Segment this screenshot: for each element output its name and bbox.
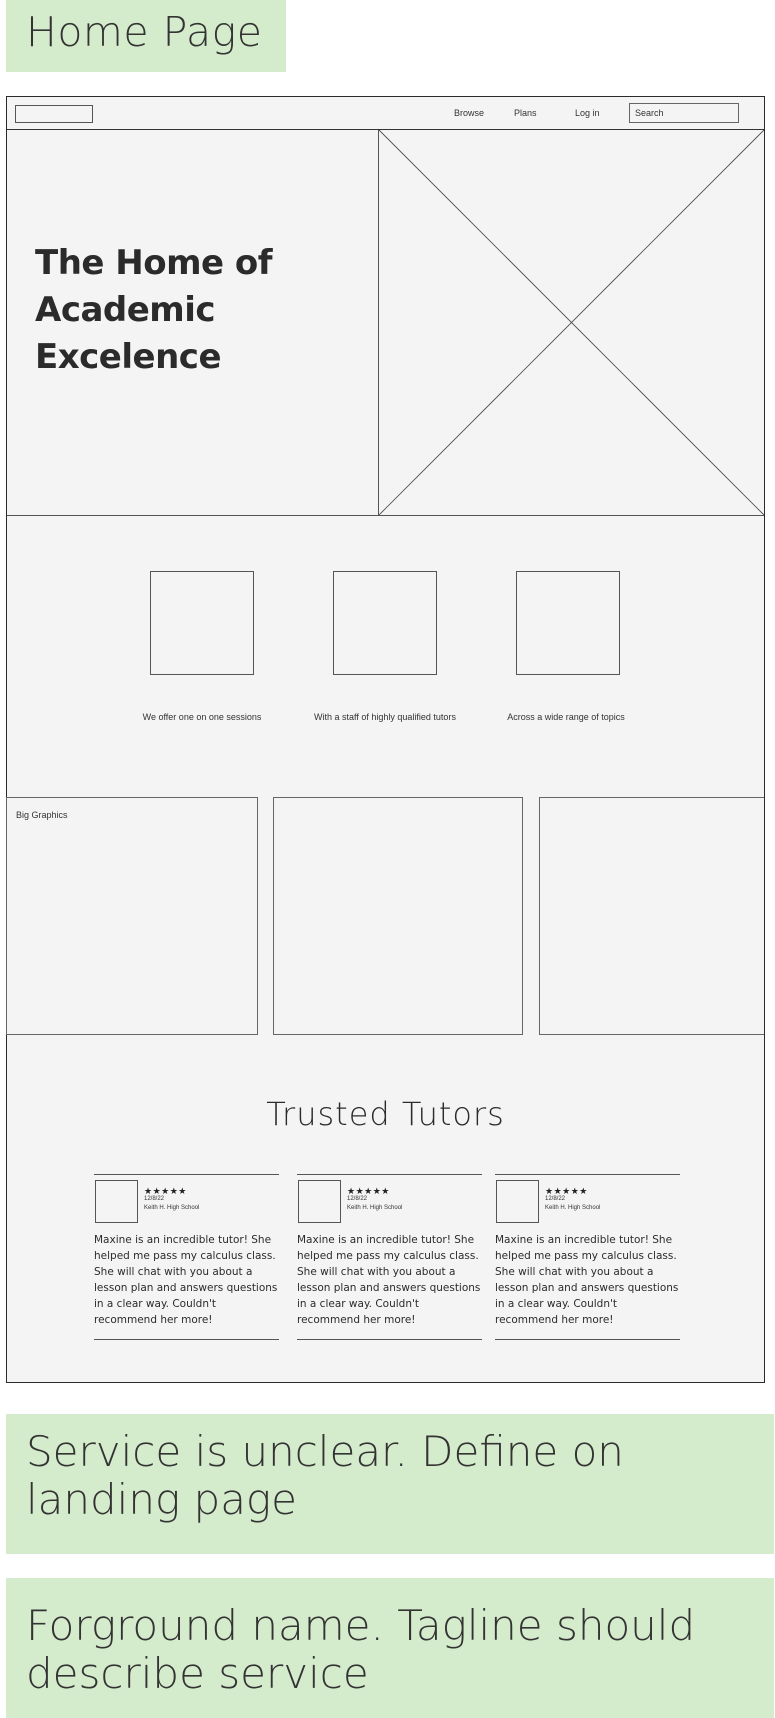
- big-graphics-label: Big Graphics: [16, 810, 68, 820]
- nav-login-link[interactable]: Log in: [575, 108, 600, 118]
- review-date: 12/8/22: [144, 1196, 165, 1202]
- feature-image-1: [150, 571, 254, 675]
- reviewer-school: Keith H. High School: [545, 1205, 601, 1211]
- review-text: Maxine is an incredible tutor! She helpe…: [495, 1234, 679, 1326]
- feature-text-1: We offer one on one sessions: [142, 712, 262, 722]
- review-card: ★★★★★ 12/8/22 Keith H. High School Maxin…: [297, 1174, 482, 1340]
- nav-browse-link[interactable]: Browse: [454, 108, 484, 118]
- feature-image-3: [516, 571, 620, 675]
- big-graphic-2: [273, 797, 523, 1035]
- nav-plans-link[interactable]: Plans: [514, 108, 537, 118]
- reviewer-school: Keith H. High School: [144, 1205, 200, 1211]
- hero-title: The Home of Academic Excelence: [35, 243, 273, 377]
- navbar: Browse Plans Log in Search: [7, 97, 764, 130]
- hero-text-panel: The Home of Academic Excelence: [7, 130, 379, 516]
- feature-text-2: With a staff of highly qualified tutors: [314, 712, 456, 722]
- image-placeholder-icon: [379, 130, 764, 515]
- big-graphic-3: [539, 797, 764, 1035]
- reviewer-school: Keith H. High School: [347, 1205, 403, 1211]
- avatar: [298, 1180, 341, 1223]
- feature-image-2: [333, 571, 437, 675]
- feedback-note-tagline: Forground name. Tagline should describe …: [6, 1578, 774, 1718]
- avatar: [95, 1180, 138, 1223]
- hero-image-placeholder: [379, 130, 764, 516]
- review-card: ★★★★★ 12/8/22 Keith H. High School Maxin…: [495, 1174, 680, 1340]
- review-date: 12/8/22: [545, 1196, 566, 1202]
- big-graphic-1: Big Graphics: [6, 797, 258, 1035]
- feedback-note-service: Service is unclear. Define on landing pa…: [6, 1414, 774, 1554]
- review-text: Maxine is an incredible tutor! She helpe…: [297, 1234, 481, 1326]
- review-date: 12/8/22: [347, 1196, 368, 1202]
- logo-placeholder[interactable]: [15, 105, 93, 123]
- avatar: [496, 1180, 539, 1223]
- trusted-tutors-title: Trusted Tutors: [266, 1095, 505, 1133]
- page-title-note: Home Page: [6, 0, 286, 72]
- review-card: ★★★★★ 12/8/22 Keith H. High School Maxin…: [94, 1174, 279, 1340]
- search-input[interactable]: Search: [629, 103, 739, 123]
- wireframe-page: Browse Plans Log in Search The Home of A…: [6, 96, 765, 1383]
- review-text: Maxine is an incredible tutor! She helpe…: [94, 1234, 278, 1326]
- feature-text-3: Across a wide range of topics: [507, 712, 625, 722]
